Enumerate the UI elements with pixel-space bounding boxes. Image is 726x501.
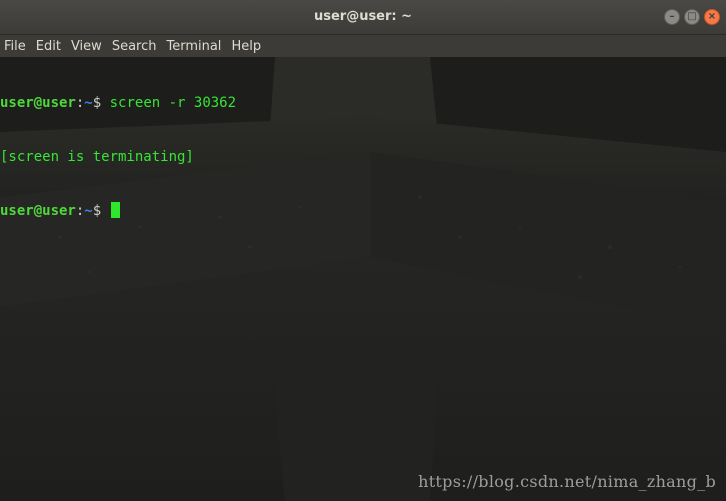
text-cursor	[110, 202, 120, 218]
minimize-button[interactable]: –	[664, 9, 680, 25]
menu-bar: File Edit View Search Terminal Help	[0, 35, 726, 57]
output-text: [screen is terminating]	[0, 149, 194, 165]
terminal-line: user@user:~$	[0, 202, 236, 220]
window-title: user@user: ~	[313, 9, 413, 24]
menu-search[interactable]: Search	[112, 38, 157, 55]
prompt-user-host: user@user	[0, 203, 76, 219]
window-controls: – □ ×	[664, 9, 720, 25]
close-icon: ×	[707, 11, 717, 22]
terminal-output: user@user:~$ screen -r 30362 [screen is …	[0, 58, 236, 256]
minimize-icon: –	[669, 11, 675, 22]
terminal-line: [screen is terminating]	[0, 148, 236, 166]
menu-terminal[interactable]: Terminal	[166, 38, 221, 55]
watermark: https://blog.csdn.net/nima_zhang_b	[418, 472, 716, 491]
terminal-area[interactable]: user@user:~$ screen -r 30362 [screen is …	[0, 57, 726, 501]
prompt-symbol: $	[92, 203, 102, 219]
command-text: screen -r 30362	[101, 95, 237, 111]
title-bar[interactable]: user@user: ~ – □ ×	[0, 0, 726, 35]
prompt-symbol: $	[92, 95, 102, 111]
prompt-user-host: user@user	[0, 95, 76, 111]
command-text	[101, 203, 109, 219]
menu-edit[interactable]: Edit	[36, 38, 61, 55]
prompt-path: ~	[84, 95, 93, 111]
terminal-window: user@user: ~ – □ × File Edit View Search…	[0, 0, 726, 501]
menu-view[interactable]: View	[71, 38, 102, 55]
close-button[interactable]: ×	[704, 9, 720, 25]
maximize-button[interactable]: □	[684, 9, 700, 25]
terminal-line: user@user:~$ screen -r 30362	[0, 94, 236, 112]
prompt-path: ~	[84, 203, 93, 219]
menu-help[interactable]: Help	[231, 38, 261, 55]
maximize-icon: □	[687, 11, 697, 22]
menu-file[interactable]: File	[4, 38, 26, 55]
